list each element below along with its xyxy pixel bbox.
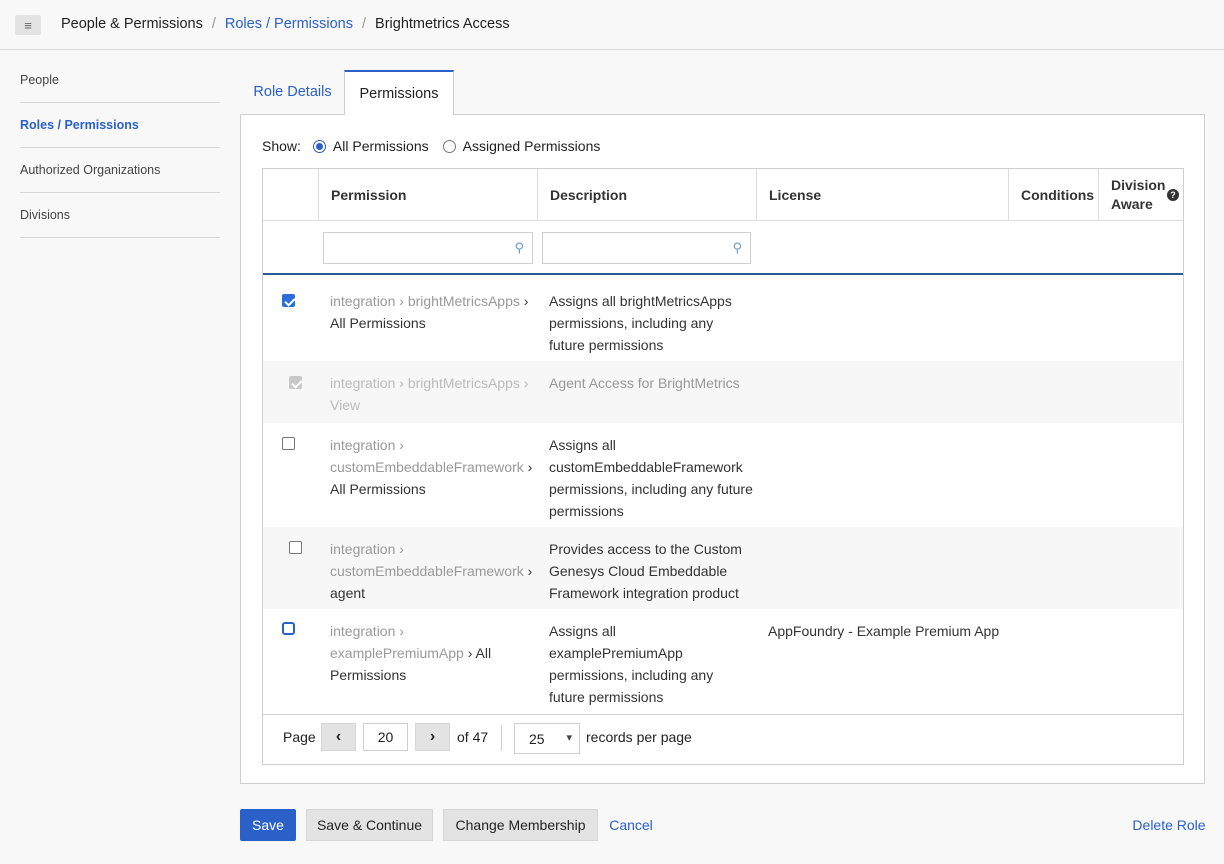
breadcrumb-separator: / (211, 16, 216, 32)
chevron-down-icon: ▾ (566, 732, 572, 744)
permission-path: integration › customEmbeddableFramework (330, 541, 524, 579)
permission-path: integration › examplePremiumApp (330, 623, 464, 661)
row-checkbox[interactable] (289, 541, 302, 554)
permission-cell: integration › brightMetricsApps › All Pe… (330, 290, 530, 334)
permission-cell: integration › examplePremiumApp › All Pe… (330, 620, 508, 686)
permission-path: integration › brightMetricsApps (330, 375, 520, 391)
header-division-aware[interactable]: Division Aware ? (1099, 169, 1183, 221)
header-select (263, 169, 319, 221)
page-number-input[interactable]: 20 (363, 723, 408, 751)
row-checkbox[interactable] (282, 294, 295, 307)
top-bar: ≡ People & Permissions / Roles / Permiss… (0, 0, 1224, 50)
header-description[interactable]: Description (538, 169, 757, 221)
pagination: Page ‹ 20 › of 47 25 ▾ records per page (263, 714, 1183, 764)
tab-role-details[interactable]: Role Details (240, 70, 345, 114)
search-icon: ⚲ (514, 240, 524, 255)
table-row: integration › customEmbeddableFramework … (263, 527, 1183, 609)
license-cell: AppFoundry - Example Premium App (768, 623, 1000, 639)
prev-page-button[interactable]: ‹ (321, 723, 356, 751)
help-icon[interactable]: ? (1167, 189, 1179, 201)
table-row: integration › brightMetricsApps › View A… (263, 361, 1183, 423)
filter-row: ⚲ ⚲ (263, 221, 1183, 275)
description-cell: Assigns all customEmbeddableFramework pe… (549, 437, 753, 519)
sidebar-item-roles-permissions[interactable]: Roles / Permissions (20, 103, 220, 148)
permission-filter-input[interactable]: ⚲ (323, 232, 533, 264)
records-per-page-select[interactable]: 25 ▾ (514, 723, 580, 754)
table-row: integration › examplePremiumApp › All Pe… (263, 609, 1183, 713)
permission-cell: integration › customEmbeddableFramework … (330, 538, 535, 604)
header-conditions[interactable]: Conditions (1009, 169, 1099, 221)
description-cell: Agent Access for BrightMetrics (549, 375, 740, 391)
chevron-right-icon: › (429, 728, 436, 745)
records-per-page-value: 25 (529, 730, 545, 747)
table-row: integration › brightMetricsApps › All Pe… (263, 277, 1183, 361)
show-label: Show: (262, 138, 301, 154)
permission-cell: integration › customEmbeddableFramework … (330, 434, 535, 500)
permission-cell: integration › brightMetricsApps › View (330, 372, 530, 416)
breadcrumb-roles-permissions[interactable]: Roles / Permissions (225, 16, 353, 32)
breadcrumb: People & Permissions / Roles / Permissio… (61, 16, 510, 32)
row-checkbox[interactable] (282, 437, 295, 450)
radio-all-permissions[interactable] (312, 139, 326, 153)
save-button[interactable]: Save (240, 809, 296, 841)
page-count: of 47 (457, 729, 489, 745)
tab-permissions[interactable]: Permissions (344, 70, 454, 115)
header-permission[interactable]: Permission (319, 169, 538, 221)
change-membership-button[interactable]: Change Membership (443, 809, 598, 841)
save-continue-button[interactable]: Save & Continue (306, 809, 433, 841)
next-page-button[interactable]: › (415, 723, 450, 751)
permission-path: integration › customEmbeddableFramework (330, 437, 524, 475)
sidebar-item-people[interactable]: People (20, 58, 220, 103)
description-cell: Assigns all brightMetricsApps permission… (549, 293, 732, 353)
row-checkbox (289, 376, 302, 389)
cancel-button[interactable]: Cancel (609, 809, 653, 841)
sidebar-item-divisions[interactable]: Divisions (20, 193, 220, 238)
radio-assigned-permissions-label[interactable]: Assigned Permissions (463, 138, 601, 154)
breadcrumb-people-permissions: People & Permissions (61, 16, 203, 32)
radio-all-permissions-label[interactable]: All Permissions (333, 138, 429, 154)
table-header: Permission Description License Condition… (263, 169, 1183, 221)
chevron-left-icon: ‹ (335, 728, 342, 745)
page-label: Page (283, 729, 316, 745)
row-checkbox[interactable] (282, 622, 295, 635)
description-filter-input[interactable]: ⚲ (542, 232, 751, 264)
sidebar-item-authorized-organizations[interactable]: Authorized Organizations (20, 148, 220, 193)
permission-path: integration › brightMetricsApps (330, 293, 520, 309)
header-division-aware-label: Division Aware (1111, 177, 1166, 212)
header-license[interactable]: License (757, 169, 1009, 221)
records-per-page-label: records per page (586, 729, 692, 745)
description-cell: Provides access to the Custom Genesys Cl… (549, 541, 742, 601)
sidebar: People Roles / Permissions Authorized Or… (20, 58, 220, 238)
permissions-table: Permission Description License Condition… (262, 168, 1184, 765)
hamburger-icon[interactable]: ≡ (15, 15, 41, 35)
delete-role-button[interactable]: Delete Role (1132, 809, 1206, 841)
table-row: integration › customEmbeddableFramework … (263, 423, 1183, 527)
radio-assigned-permissions[interactable] (442, 139, 456, 153)
breadcrumb-separator: / (362, 16, 367, 32)
show-filter: Show: All Permissions Assigned Permissio… (262, 138, 600, 154)
breadcrumb-current: Brightmetrics Access (375, 16, 510, 32)
permissions-panel: Show: All Permissions Assigned Permissio… (240, 114, 1205, 784)
pager-divider (501, 725, 502, 751)
description-cell: Assigns all examplePremiumApp permission… (549, 623, 714, 705)
search-icon: ⚲ (732, 240, 742, 255)
